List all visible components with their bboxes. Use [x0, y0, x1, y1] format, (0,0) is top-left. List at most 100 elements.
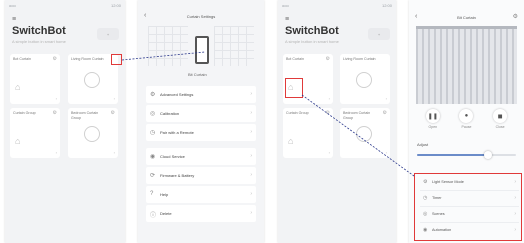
- phone-screen-home: ooo 12:00 ≡ SwitchBot A simple button in…: [278, 0, 396, 243]
- gear-icon[interactable]: ⚙: [111, 110, 115, 116]
- settings-row-label: Pair with a Remote: [160, 130, 194, 135]
- gear-icon[interactable]: ⚙: [383, 110, 387, 116]
- add-device-button[interactable]: +: [97, 28, 119, 40]
- power-icon[interactable]: [84, 72, 100, 88]
- close-icon[interactable]: ◼: [493, 109, 508, 123]
- close-label: Close: [495, 125, 505, 129]
- curtain-controls: ❚❚ Open ● Pause ◼ Close: [416, 109, 517, 135]
- menu-icon[interactable]: ≡: [12, 16, 16, 23]
- settings-row-icon: ?: [150, 191, 154, 197]
- chevron-right-icon: ›: [113, 96, 115, 101]
- settings-row[interactable]: ? Help ›: [146, 186, 256, 203]
- app-title: SwitchBot: [285, 25, 339, 37]
- status-signal: ooo: [282, 3, 289, 8]
- app-title: SwitchBot: [12, 25, 66, 37]
- slider-knob[interactable]: [484, 151, 493, 159]
- device-card[interactable]: Bedroom Curtain Group ⚙ ›: [68, 108, 118, 158]
- menu-icon[interactable]: ≡: [285, 16, 289, 23]
- gear-icon[interactable]: ⚙: [326, 56, 330, 62]
- device-header: ‹ Bit Curtain ⚙: [409, 13, 524, 23]
- highlight-device-icon: [285, 78, 303, 98]
- phone-screen-home: ooo 12:00 ≡ SwitchBot A simple button in…: [5, 0, 125, 243]
- curtain-device-icon: [195, 36, 209, 64]
- add-device-button[interactable]: +: [368, 28, 390, 40]
- chevron-right-icon: ›: [113, 150, 115, 155]
- device-card[interactable]: Curtain Group ⚙ ⌂ ›: [283, 108, 333, 158]
- device-icon: ⌂: [288, 136, 294, 146]
- chevron-right-icon: ›: [250, 129, 252, 135]
- settings-row[interactable]: ⟳ Firmware & Battery ›: [146, 167, 256, 184]
- settings-row-label: Calibration: [160, 111, 180, 116]
- phone-screen-settings: ‹ Curtain Settings Bit Curtain ⚙ Advance…: [138, 0, 264, 243]
- device-card-label: Bedroom Curtain Group: [71, 111, 99, 120]
- open-icon[interactable]: ❚❚: [425, 109, 440, 123]
- status-bar: ooo 12:00: [9, 3, 121, 9]
- settings-row-label: Cloud Service: [160, 154, 185, 159]
- status-signal: ooo: [9, 3, 16, 8]
- device-card[interactable]: Bedroom Curtain Group ⚙ ›: [340, 108, 390, 158]
- status-time: 12:00: [381, 3, 392, 8]
- device-card-label: Living Room Curtain: [343, 57, 376, 61]
- device-name: Bit Curtain: [188, 72, 207, 77]
- chevron-right-icon: ›: [250, 153, 252, 159]
- chevron-right-icon: ›: [250, 110, 252, 116]
- highlight-device-menu: [414, 173, 522, 241]
- chevron-right-icon: ›: [250, 91, 252, 97]
- app-subtitle: A simple button in smart home: [12, 39, 66, 44]
- power-icon[interactable]: [356, 72, 372, 88]
- device-card[interactable]: Bot Curtain ⚙ ⌂ ›: [10, 54, 60, 104]
- grid-decoration: [148, 26, 188, 66]
- device-card-label: Curtain Group: [13, 111, 36, 115]
- device-icon: ⌂: [15, 136, 21, 146]
- settings-row-label: Advanced Settings: [160, 92, 194, 97]
- device-card-label: Living Room Curtain: [71, 57, 104, 61]
- slider-fill: [417, 154, 489, 156]
- power-icon[interactable]: [356, 126, 372, 142]
- chevron-right-icon: ›: [328, 96, 330, 101]
- settings-row[interactable]: ◷ Pair with a Remote ›: [146, 124, 256, 141]
- gear-icon[interactable]: ⚙: [53, 110, 57, 116]
- open-control[interactable]: ❚❚ Open: [425, 109, 440, 135]
- device-card-label: Bot Curtain: [13, 57, 31, 61]
- chevron-right-icon: ›: [250, 172, 252, 178]
- settings-row-icon: ⓘ: [150, 213, 157, 219]
- settings-row[interactable]: ⓘ Delete ›: [146, 205, 256, 222]
- device-card-label: Curtain Group: [286, 111, 309, 115]
- open-label: Open: [428, 125, 438, 129]
- settings-row[interactable]: ◉ Cloud Service ›: [146, 148, 256, 165]
- device-icon: ⌂: [15, 82, 21, 92]
- settings-row-icon: ⚙: [150, 92, 156, 98]
- settings-list: ⚙ Advanced Settings › ◎ Calibration › ◷ …: [146, 86, 256, 224]
- settings-header: ‹ Curtain Settings: [138, 12, 264, 22]
- device-card[interactable]: Curtain Group ⚙ ⌂ ›: [10, 108, 60, 158]
- curtain-illustration: [416, 26, 517, 104]
- position-slider[interactable]: [417, 151, 516, 159]
- pause-icon[interactable]: ●: [459, 109, 474, 123]
- settings-row[interactable]: ◎ Calibration ›: [146, 105, 256, 122]
- pause-label: Pause: [461, 125, 472, 129]
- settings-row-label: Delete: [160, 211, 172, 216]
- settings-row-icon: ◷: [150, 130, 156, 136]
- chevron-right-icon: ›: [55, 96, 57, 101]
- gear-icon[interactable]: ⚙: [53, 56, 57, 62]
- settings-row-icon: ◎: [150, 111, 156, 117]
- settings-row-label: Help: [160, 192, 169, 197]
- settings-row[interactable]: ⚙ Advanced Settings ›: [146, 86, 256, 103]
- gear-icon[interactable]: ⚙: [326, 110, 330, 116]
- gear-icon[interactable]: ⚙: [513, 13, 518, 20]
- pause-control[interactable]: ● Pause: [459, 109, 474, 135]
- power-icon[interactable]: [84, 126, 100, 142]
- device-hero: Bit Curtain: [148, 26, 254, 80]
- device-card[interactable]: Living Room Curtain ›: [340, 54, 390, 104]
- device-card-label: Bedroom Curtain Group: [343, 111, 371, 120]
- device-title: Bit Curtain: [457, 15, 476, 20]
- settings-title: Curtain Settings: [186, 14, 216, 19]
- grid-decoration: [214, 26, 254, 66]
- chevron-right-icon: ›: [250, 210, 252, 216]
- chevron-right-icon: ›: [385, 96, 387, 101]
- chevron-right-icon: ›: [55, 150, 57, 155]
- app-subtitle: A simple button in smart home: [285, 39, 339, 44]
- chevron-right-icon: ›: [250, 191, 252, 197]
- close-control[interactable]: ◼ Close: [493, 109, 508, 135]
- settings-row-label: Firmware & Battery: [160, 173, 195, 178]
